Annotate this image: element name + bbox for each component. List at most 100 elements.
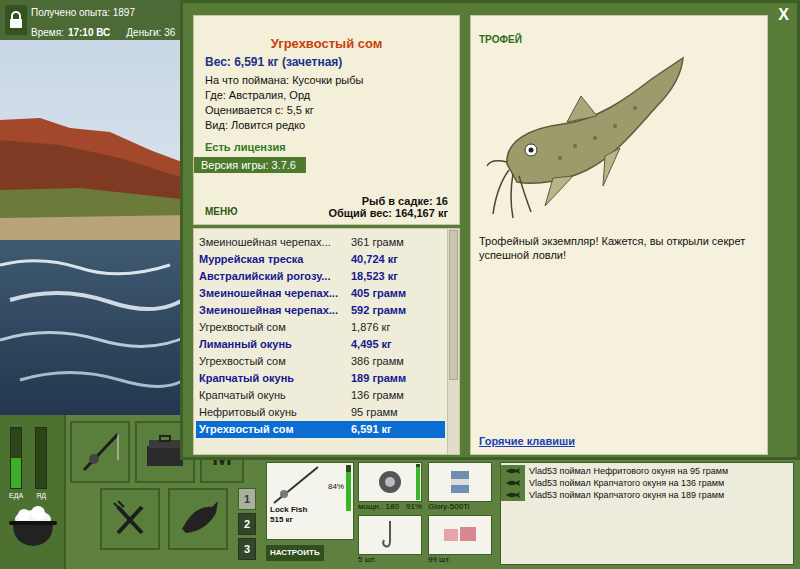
- reel-icon: [375, 467, 405, 497]
- chat-message: Vlad53 поймал Нефритового окуня на 95 гр…: [525, 465, 728, 477]
- chat-log: Vlad53 поймал Нефритового окуня на 95 гр…: [500, 462, 794, 565]
- catch-row[interactable]: Змеиношейная черепах...405 грамм: [196, 285, 445, 302]
- rod-tab[interactable]: 3: [238, 538, 256, 560]
- reel-power: мощн.: 180: [358, 502, 399, 512]
- fish-icon: [501, 477, 525, 489]
- fish-weight: 592 грамм: [351, 302, 406, 319]
- fish-name: Лиманный окунь: [199, 336, 351, 353]
- reel-condition-fill: [416, 467, 420, 500]
- cauldron-icon[interactable]: [8, 504, 64, 550]
- close-button[interactable]: X: [778, 6, 789, 24]
- time-label: Время:: [31, 27, 64, 39]
- catfish-icon: [485, 46, 759, 222]
- rod-tab[interactable]: 1: [238, 488, 256, 510]
- configure-button[interactable]: НАСТРОИТЬ: [266, 545, 324, 561]
- money-label: Деньги: 36: [126, 27, 175, 39]
- detail-line: Вид: Ловится редко: [205, 118, 448, 133]
- fish-pieces-icon: [440, 521, 480, 549]
- meter-track: [35, 427, 47, 489]
- meter-track: [10, 427, 22, 489]
- status-panel: Получено опыта: 1897 Время: 17:10 ВС Ден…: [0, 0, 185, 40]
- catch-row[interactable]: Нефритовый окунь95 грамм: [196, 404, 445, 421]
- fish-weight: 40,724 кг: [351, 251, 398, 268]
- fish-weight: 405 грамм: [351, 285, 406, 302]
- trophy-dialog: X Угрехвостый сом Вес: 6,591 кг (зачетна…: [180, 0, 800, 460]
- fish-name: Змеиношейная черепах...: [199, 285, 351, 302]
- catch-row[interactable]: Австралийский рогозу...18,523 кг: [196, 268, 445, 285]
- fish-info-card: Угрехвостый сом Вес: 6,591 кг (зачетная)…: [193, 15, 460, 225]
- bait-count: 99 шт.: [428, 555, 492, 565]
- catch-row[interactable]: Крапчатый окунь136 грамм: [196, 387, 445, 404]
- rod-icon: [270, 465, 320, 505]
- catch-list: Змеиношейная черепах...361 граммМуррейск…: [193, 228, 460, 455]
- total-weight: Общий вес: 164,167 кг: [328, 207, 448, 219]
- detail-line: На что поймана: Кусочки рыбы: [205, 73, 448, 88]
- rod-capacity: 515 кг: [270, 515, 328, 525]
- license-label: Есть лицензия: [205, 141, 448, 154]
- catch-row[interactable]: Крапчатый окунь189 грамм: [196, 370, 445, 387]
- fish-weight: 1,876 кг: [351, 319, 390, 336]
- reel-condition: 91%: [406, 502, 422, 512]
- rod-icon[interactable]: [70, 421, 130, 483]
- bait-slot[interactable]: 99 шт.: [428, 515, 492, 565]
- catch-row[interactable]: Угрехвостый сом386 грамм: [196, 353, 445, 370]
- catch-row[interactable]: Лиманный окунь4,495 кг: [196, 336, 445, 353]
- chat-line: Vlad53 поймал Крапчатого окуня на 136 гр…: [501, 477, 793, 489]
- line-name: Glory-500Ti: [428, 502, 492, 512]
- line-slot[interactable]: Glory-500Ti: [428, 462, 492, 512]
- scrollbar-thumb[interactable]: [449, 230, 458, 380]
- meter-label: ЕДА: [9, 492, 23, 500]
- rod-condition: 84%: [328, 481, 344, 493]
- fish-weight: 95 грамм: [351, 404, 398, 421]
- menu-button[interactable]: МЕНЮ: [205, 204, 238, 219]
- hotkeys-link[interactable]: Горячие клавиши: [479, 433, 759, 450]
- rod-condition-bar: [346, 465, 351, 511]
- fish-name: Крапчатый окунь: [199, 387, 351, 404]
- experience-label: Получено опыта: 1897: [31, 0, 175, 19]
- rod-tabs: 1 2 3: [238, 488, 256, 560]
- chat-line: Vlad53 поймал Крапчатого окуня на 189 гр…: [501, 489, 793, 501]
- scrollbar[interactable]: [447, 229, 459, 454]
- fish-weight: 386 грамм: [351, 353, 404, 370]
- keepnet-count: Рыб в садке: 16: [328, 195, 448, 207]
- rod-name: Lock Fish: [270, 505, 328, 515]
- fish-weight: 189 грамм: [351, 370, 406, 387]
- hook-count: 5 шт.: [358, 555, 422, 565]
- chat-line: Vlad53 поймал Нефритового окуня на 95 гр…: [501, 465, 793, 477]
- catch-row[interactable]: Муррейская треска40,724 кг: [196, 251, 445, 268]
- catch-row[interactable]: Змеиношейная черепах...592 грамм: [196, 302, 445, 319]
- chat-message: Vlad53 поймал Крапчатого окуня на 189 гр…: [525, 489, 724, 501]
- fish-name: Австралийский рогозу...: [199, 268, 351, 285]
- fish-weight: 4,495 кг: [351, 336, 392, 353]
- fish-name: Нефритовый окунь: [199, 404, 351, 421]
- hook-icon: [380, 519, 400, 551]
- cutlery-icon[interactable]: [100, 488, 160, 550]
- fish-name: Угрехвостый сом: [199, 421, 351, 438]
- reel-slot[interactable]: мощн.: 180 91%: [358, 462, 422, 512]
- fish-name: Угрехвостый сом: [199, 353, 351, 370]
- fish-name: Угрехвостый сом: [199, 319, 351, 336]
- rod-condition-fill: [346, 472, 351, 511]
- fish-weight: 361 грамм: [351, 234, 404, 251]
- hook-slot[interactable]: 5 шт.: [358, 515, 422, 565]
- trophy-panel: ТРОФЕЙ Трофейный экземпляр! Кажется, вы …: [470, 15, 768, 455]
- fish-icon[interactable]: [168, 488, 228, 550]
- fish-weight: Вес: 6,591 кг (зачетная): [205, 55, 448, 70]
- rod-slot[interactable]: Lock Fish 515 кг 84% НАСТРОИТЬ: [266, 462, 354, 569]
- fish-icon: [501, 465, 525, 477]
- catch-row[interactable]: Угрехвостый сом1,876 кг: [196, 319, 445, 336]
- trophy-message: Трофейный экземпляр! Кажется, вы открыли…: [479, 234, 759, 262]
- need-meter: ЯД: [35, 427, 47, 500]
- rod-tab[interactable]: 2: [238, 513, 256, 535]
- detail-line: Оценивается с: 5,5 кг: [205, 103, 448, 118]
- lock-icon[interactable]: [5, 5, 27, 35]
- catch-row[interactable]: Змеиношейная черепах...361 грамм: [196, 234, 445, 251]
- catch-row[interactable]: Угрехвостый сом6,591 кг: [196, 421, 445, 438]
- time-value: 17:10 ВС: [68, 27, 110, 39]
- line-spool-icon: [445, 467, 475, 497]
- fish-icon: [501, 489, 525, 501]
- need-meter: ЕДА: [9, 427, 23, 500]
- fish-name: Змеиношейная черепах...: [199, 302, 351, 319]
- needs-panel: ЕДА ЯД: [0, 415, 66, 569]
- meter-fill: [11, 458, 21, 488]
